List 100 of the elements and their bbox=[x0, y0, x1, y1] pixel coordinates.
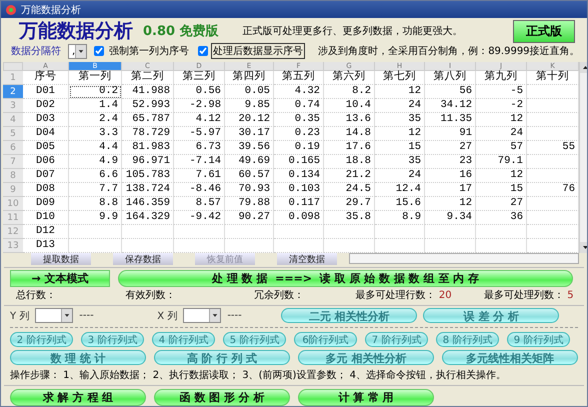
table-cell: 35.8 bbox=[324, 211, 375, 225]
table-cell: 10.4 bbox=[324, 99, 375, 113]
table-cell: 91 bbox=[425, 127, 476, 141]
table-cell: 70.93 bbox=[225, 183, 274, 197]
table-cell: D08 bbox=[23, 183, 69, 197]
table-cell: 9.85 bbox=[225, 99, 274, 113]
row-header[interactable]: 2 bbox=[3, 85, 23, 99]
table-cell: 0.098 bbox=[274, 211, 324, 225]
separator-dropdown[interactable]: , bbox=[68, 44, 88, 58]
table-cell: 41.988 bbox=[122, 85, 174, 99]
row-header[interactable]: 13 bbox=[3, 239, 23, 253]
row-header[interactable]: 10 bbox=[3, 197, 23, 211]
tool-button[interactable]: 计 算 常 用 bbox=[298, 389, 434, 406]
row-header[interactable]: 11 bbox=[3, 211, 23, 225]
table-cell: 4.9 bbox=[69, 155, 122, 169]
checkbox-label[interactable]: 处理后数据显示序号 bbox=[211, 43, 306, 59]
table-cell: 29.7 bbox=[324, 197, 375, 211]
checkbox[interactable] bbox=[198, 46, 208, 56]
app-icon bbox=[5, 4, 17, 16]
empty-cell bbox=[122, 225, 174, 239]
empty-cell bbox=[324, 225, 375, 239]
table-cell: 18.8 bbox=[324, 155, 375, 169]
table-cell: 4.4 bbox=[69, 141, 122, 155]
table-cell: D07 bbox=[23, 169, 69, 183]
table-cell: 56 bbox=[425, 85, 476, 99]
grid-action-button[interactable]: 保存数据 bbox=[113, 252, 173, 264]
checkbox[interactable] bbox=[94, 46, 104, 56]
table-cell: 8.57 bbox=[174, 197, 225, 211]
row-header[interactable]: 4 bbox=[3, 113, 23, 127]
table-cell: 12 bbox=[476, 113, 527, 127]
empty-cell bbox=[274, 225, 324, 239]
table-cell: 52.993 bbox=[122, 99, 174, 113]
table-cell: 15.6 bbox=[375, 197, 425, 211]
row-header[interactable]: 7 bbox=[3, 155, 23, 169]
table-cell: 79.88 bbox=[225, 197, 274, 211]
grid-action-button[interactable]: 清空数据 bbox=[277, 252, 337, 264]
table-cell: D05 bbox=[23, 141, 69, 155]
table-cell: -2 bbox=[476, 99, 527, 113]
table-cell: 27 bbox=[476, 197, 527, 211]
table-cell: 146.359 bbox=[122, 197, 174, 211]
table-cell: 1.4 bbox=[69, 99, 122, 113]
table-cell: -9.42 bbox=[174, 211, 225, 225]
axis-value: ---- bbox=[227, 310, 243, 321]
table-cell: 105.783 bbox=[122, 169, 174, 183]
table-cell: 6.73 bbox=[174, 141, 225, 155]
promo-text: 正式版可处理更多行、更多列数据，功能更强大。 bbox=[242, 24, 464, 38]
window-title: 万能数据分析 bbox=[21, 4, 81, 16]
table-cell: 90.27 bbox=[225, 211, 274, 225]
row-header[interactable]: 12 bbox=[3, 225, 23, 239]
row-header[interactable]: 1 bbox=[3, 71, 23, 85]
table-cell: 24 bbox=[375, 99, 425, 113]
vertical-scrollbar[interactable] bbox=[579, 62, 587, 253]
table-cell: 36 bbox=[476, 211, 527, 225]
table-cell: D09 bbox=[23, 197, 69, 211]
pro-version-button[interactable]: 正式版 bbox=[513, 20, 575, 42]
table-cell: 3.3 bbox=[69, 127, 122, 141]
table-cell: 8.8 bbox=[69, 197, 122, 211]
row-header[interactable]: 3 bbox=[3, 99, 23, 113]
table-cell: 12 bbox=[425, 197, 476, 211]
table-cell: 27 bbox=[425, 141, 476, 155]
table-cell: 0.103 bbox=[274, 183, 324, 197]
table-cell: -2.98 bbox=[174, 99, 225, 113]
table-cell: 9.34 bbox=[425, 211, 476, 225]
table-cell: 第七列 bbox=[375, 71, 425, 85]
tool-button[interactable]: 求 解 方 程 组 bbox=[10, 389, 146, 406]
version-label: 0.80 免费版 bbox=[143, 23, 219, 40]
table-cell: 11.35 bbox=[425, 113, 476, 127]
row-header[interactable]: 5 bbox=[3, 127, 23, 141]
dropdown-field[interactable] bbox=[183, 308, 222, 323]
table-cell: 60.57 bbox=[225, 169, 274, 183]
text-mode-button[interactable]: → 文本模式 bbox=[10, 270, 110, 287]
stat-label: 总行数： bbox=[16, 288, 57, 302]
grid-action-button[interactable]: 提取数据 bbox=[31, 252, 91, 264]
table-cell: 第三列 bbox=[174, 71, 225, 85]
table-cell: 17.6 bbox=[324, 141, 375, 155]
table-cell: D04 bbox=[23, 127, 69, 141]
table-cell: D02 bbox=[23, 99, 69, 113]
process-data-button[interactable]: 处 理 数 据 ===> 读 取 原 始 数 据 数 组 至 内 存 bbox=[118, 270, 573, 287]
angle-note: 涉及到角度时，全采用百分制角，例：89.9999接近直角。 bbox=[318, 44, 580, 58]
horizontal-scrollbar[interactable] bbox=[349, 253, 579, 264]
table-cell: 57 bbox=[476, 141, 527, 155]
checkbox-label[interactable]: 强制第一列为序号 bbox=[107, 43, 192, 59]
table-cell: 第九列 bbox=[476, 71, 527, 85]
app-title: 万能数据分析 bbox=[19, 19, 133, 44]
row-header[interactable]: 9 bbox=[3, 183, 23, 197]
table-cell: 79.1 bbox=[476, 155, 527, 169]
table-cell: 138.724 bbox=[122, 183, 174, 197]
table-cell: 6.6 bbox=[69, 169, 122, 183]
table-cell: 0.56 bbox=[174, 85, 225, 99]
empty-cell bbox=[69, 225, 122, 239]
table-cell: 34.12 bbox=[425, 99, 476, 113]
axis-value: ---- bbox=[79, 310, 95, 321]
tool-button[interactable]: 函 数 图 形 分 析 bbox=[154, 389, 290, 406]
table-cell: 0.19 bbox=[274, 141, 324, 155]
row-header[interactable]: 8 bbox=[3, 169, 23, 183]
dropdown-field[interactable] bbox=[35, 308, 74, 323]
table-cell: 2.4 bbox=[69, 113, 122, 127]
table-cell: 16 bbox=[425, 169, 476, 183]
row-header[interactable]: 6 bbox=[3, 141, 23, 155]
table-cell: 7.7 bbox=[69, 183, 122, 197]
